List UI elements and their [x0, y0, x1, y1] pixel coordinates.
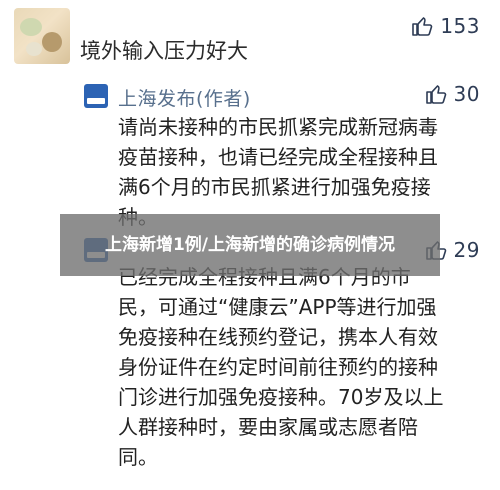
- reply-like-button[interactable]: 30: [424, 82, 480, 106]
- comment-text: 境外输入压力好大: [80, 39, 248, 63]
- reply-text-line: 满6个月的市民抓紧进行加强免疫接: [118, 175, 431, 199]
- reply-text: 已经完成全程接种且满6个月的市 民，可通过“健康云”APP等进行加强 免疫接种在…: [118, 262, 478, 472]
- reply-text-line: 疫苗接种，也请已经完成全程接种且: [118, 145, 438, 169]
- caption-text: 上海新增1例/上海新增的确诊病例情况: [104, 235, 396, 255]
- commenter-avatar[interactable]: [14, 8, 70, 64]
- reply-like-count: 29: [453, 238, 480, 262]
- reply-text-line: 免疫接种在线预约登记，携本人有效: [118, 325, 438, 349]
- reply-text-line: 身份证件在约定时间前往预约的接种: [118, 355, 438, 379]
- reply-text-line: 请尚未接种的市民抓紧完成新冠病毒: [118, 115, 438, 139]
- shanghai-fabu-logo-icon[interactable]: [84, 84, 108, 108]
- caption-overlay: 上海新增1例/上海新增的确诊病例情况: [60, 214, 440, 276]
- thumbs-up-icon: [425, 85, 446, 104]
- thumbs-up-icon: [412, 17, 433, 36]
- reply-text-line: 人群接种时，要由家属或志愿者陪: [118, 415, 418, 439]
- reply-like-count: 30: [453, 82, 480, 106]
- reply-text-line: 门诊进行加强免疫接种。70岁及以上: [118, 385, 444, 409]
- reply-text-line: 同。: [118, 445, 158, 469]
- reply-text-line: 民，可通过“健康云”APP等进行加强: [118, 295, 437, 319]
- comment-like-count: 153: [440, 14, 480, 38]
- comment-like-button[interactable]: 153: [410, 14, 480, 38]
- reply-author[interactable]: 上海发布(作者): [118, 84, 251, 111]
